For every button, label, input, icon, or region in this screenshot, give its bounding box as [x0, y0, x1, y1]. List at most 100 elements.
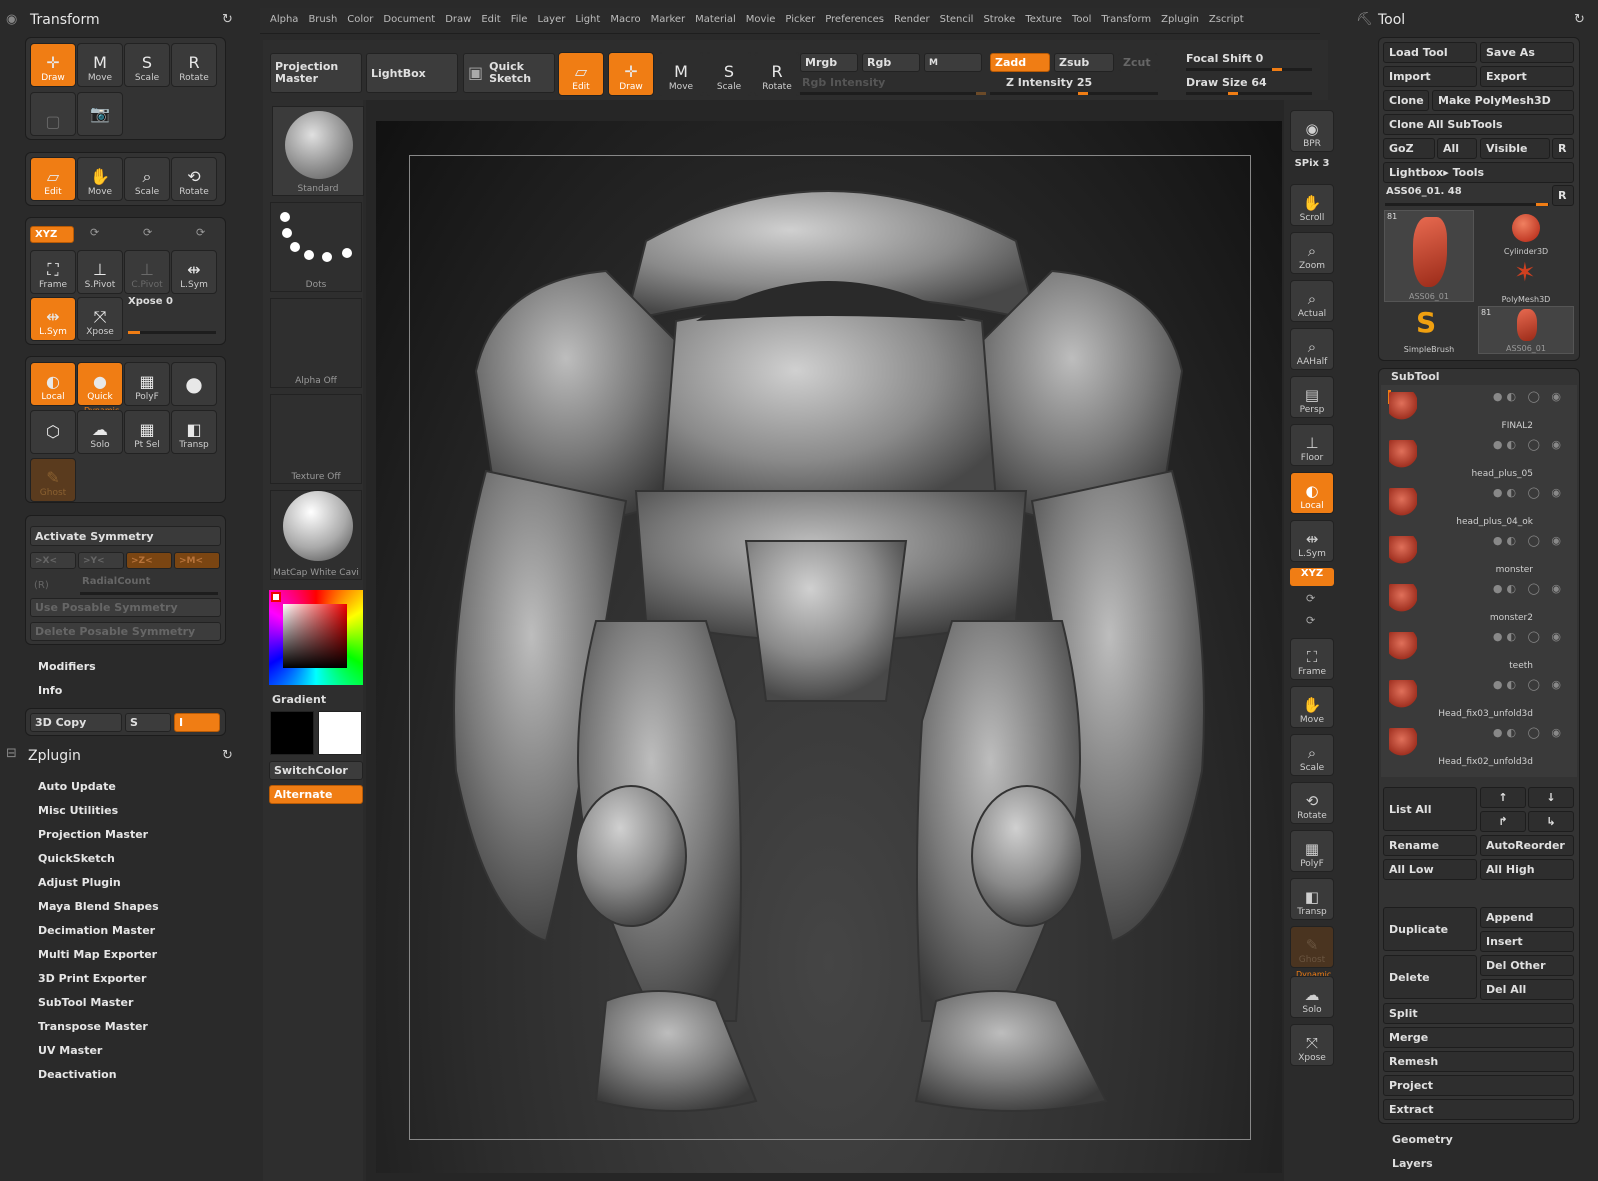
rotate-button[interactable]: R Rotate: [171, 43, 217, 87]
matcap-thumb[interactable]: MatCap White Cavi: [270, 490, 362, 580]
shelf-persp-button[interactable]: ▤ Persp: [1290, 376, 1334, 418]
shelf-spix-3-button[interactable]: SPix 3: [1290, 158, 1334, 176]
zplugin-item[interactable]: SubTool Master: [38, 996, 133, 1009]
color-picker-square[interactable]: [283, 604, 347, 668]
shelf-actual-button[interactable]: ⌕ Actual: [1290, 280, 1334, 322]
remesh-menu[interactable]: Remesh: [1383, 1051, 1574, 1072]
shelf-xyz-button[interactable]: XYZ: [1290, 568, 1334, 586]
texture-thumb[interactable]: Texture Off: [270, 394, 362, 484]
rotate-mode-button[interactable]: ⟲ Rotate: [171, 157, 217, 201]
menu-preferences[interactable]: Preferences: [825, 14, 884, 25]
xpose-button[interactable]: ⤧ Xpose: [77, 297, 123, 341]
lsym-active-button[interactable]: ⇹ L.Sym: [30, 297, 76, 341]
subtool-visibility-eye-icon[interactable]: ●◐ ◯ ◉: [1493, 534, 1565, 547]
y-axis-icon[interactable]: ⟳: [90, 226, 99, 239]
toolbar-move-button[interactable]: M Move: [658, 52, 704, 96]
shelf-scroll-button[interactable]: ✋ Scroll: [1290, 184, 1334, 226]
snapshot-button[interactable]: 📷: [77, 92, 123, 136]
menu-transform[interactable]: Transform: [1101, 14, 1151, 25]
menu-texture[interactable]: Texture: [1025, 14, 1062, 25]
radial-count-slider[interactable]: [80, 592, 218, 595]
save-as-button[interactable]: Save As: [1480, 42, 1574, 63]
modifiers-item[interactable]: Modifiers: [38, 660, 96, 673]
move-down-right-button[interactable]: ↳: [1528, 811, 1574, 832]
quick-button[interactable]: ● Quick: [77, 362, 123, 406]
ghost-button[interactable]: ✎ Ghost: [30, 458, 76, 502]
quick-sketch-button[interactable]: ▣ Quick Sketch: [463, 53, 555, 93]
goz-visible-button[interactable]: Visible: [1480, 138, 1550, 159]
scale-mode-button[interactable]: ⌕ Scale: [124, 157, 170, 201]
menu-picker[interactable]: Picker: [785, 14, 815, 25]
zplugin-item[interactable]: Transpose Master: [38, 1020, 148, 1033]
copy3d-s-button[interactable]: S: [125, 713, 171, 732]
all-high-button[interactable]: All High: [1480, 859, 1574, 880]
toolbar-rotate-button[interactable]: R Rotate: [754, 52, 800, 96]
cpivot-button[interactable]: ⊥ C.Pivot: [124, 250, 170, 294]
menu-color[interactable]: Color: [347, 14, 373, 25]
projection-master-button[interactable]: Projection Master: [270, 53, 362, 93]
menu-alpha[interactable]: Alpha: [270, 14, 298, 25]
rotate-z-icon[interactable]: ⟳: [1306, 614, 1315, 627]
sym-m-button[interactable]: >M<: [174, 552, 220, 569]
draw-button[interactable]: ✛ Draw: [30, 43, 76, 87]
dots-stroke-thumb[interactable]: Dots: [270, 202, 362, 292]
zplugin-item[interactable]: QuickSketch: [38, 852, 115, 865]
subtool-title[interactable]: SubTool: [1391, 370, 1440, 383]
shelf-bpr-button[interactable]: ◉ BPR: [1290, 110, 1334, 152]
subtool-row[interactable]: ●◐ ◯ ◉ monster2: [1383, 580, 1573, 627]
secondary-color-swatch[interactable]: [270, 711, 314, 755]
zplugin-item[interactable]: Auto Update: [38, 780, 116, 793]
shelf-local-button[interactable]: ◐ Local: [1290, 472, 1334, 514]
zplugin-title[interactable]: Zplugin: [28, 748, 81, 764]
shelf-l-sym-button[interactable]: ⇹ L.Sym: [1290, 520, 1334, 562]
rgb-intensity-slider[interactable]: [800, 92, 986, 95]
polyf-button[interactable]: ▦ PolyF: [124, 362, 170, 406]
edit-button[interactable]: ▱ Edit: [30, 157, 76, 201]
subtool-visibility-eye-icon[interactable]: ●◐ ◯ ◉: [1493, 438, 1565, 451]
zplugin-item[interactable]: 3D Print Exporter: [38, 972, 146, 985]
matcap-sphere-button[interactable]: ●: [171, 362, 217, 406]
menu-file[interactable]: File: [511, 14, 528, 25]
m-button[interactable]: M: [924, 53, 982, 72]
menu-document[interactable]: Document: [383, 14, 435, 25]
split-menu[interactable]: Split: [1383, 1003, 1574, 1024]
local-axis-icon[interactable]: ⟳: [196, 226, 205, 239]
tool-r-button[interactable]: R: [1552, 185, 1574, 206]
shelf-polyf-button[interactable]: ▦ PolyF: [1290, 830, 1334, 872]
duplicate-button[interactable]: Duplicate: [1383, 907, 1477, 951]
xpose-slider[interactable]: [128, 331, 216, 334]
tool-slider[interactable]: [1385, 203, 1549, 206]
draw-size-slider[interactable]: [1186, 92, 1312, 95]
copy3d-button[interactable]: 3D Copy: [30, 713, 122, 732]
menu-zplugin[interactable]: Zplugin: [1161, 14, 1199, 25]
info-item[interactable]: Info: [38, 684, 62, 697]
del-other-button[interactable]: Del Other: [1480, 955, 1574, 976]
layers-menu[interactable]: Layers: [1392, 1157, 1433, 1170]
subtool-visibility-eye-icon[interactable]: ●◐ ◯ ◉: [1493, 582, 1565, 595]
tool-thumb-polymesh[interactable]: ✶ PolyMesh3D: [1478, 258, 1574, 304]
menu-stencil[interactable]: Stencil: [940, 14, 974, 25]
menu-material[interactable]: Material: [695, 14, 736, 25]
move-down-button[interactable]: ↓: [1528, 787, 1574, 808]
gradient-label[interactable]: Gradient: [272, 693, 326, 706]
autoreorder-button[interactable]: AutoReorder: [1480, 835, 1574, 856]
menu-movie[interactable]: Movie: [746, 14, 776, 25]
shelf-floor-button[interactable]: ⊥ Floor: [1290, 424, 1334, 466]
shelf-frame-button[interactable]: ⛶ Frame: [1290, 638, 1334, 680]
menu-marker[interactable]: Marker: [651, 14, 686, 25]
subtool-row[interactable]: ●◐ ◯ ◉ Head_fix02_unfold3d: [1383, 724, 1573, 771]
goz-button[interactable]: GoZ: [1383, 138, 1435, 159]
extract-menu[interactable]: Extract: [1383, 1099, 1574, 1120]
menu-draw[interactable]: Draw: [445, 14, 471, 25]
delete-posable-symmetry-button[interactable]: Delete Posable Symmetry: [30, 622, 221, 641]
menu-edit[interactable]: Edit: [481, 14, 500, 25]
zsub-button[interactable]: Zsub: [1054, 53, 1114, 72]
subtool-visibility-eye-icon[interactable]: ●◐ ◯ ◉: [1493, 486, 1565, 499]
menu-tool[interactable]: Tool: [1072, 14, 1091, 25]
tool-thumb-cylinder[interactable]: Cylinder3D: [1478, 210, 1574, 256]
menu-brush[interactable]: Brush: [308, 14, 337, 25]
menu-light[interactable]: Light: [575, 14, 600, 25]
zplugin-item[interactable]: Decimation Master: [38, 924, 155, 937]
cube-button[interactable]: ⬡: [30, 410, 76, 454]
shelf-move-button[interactable]: ✋ Move: [1290, 686, 1334, 728]
